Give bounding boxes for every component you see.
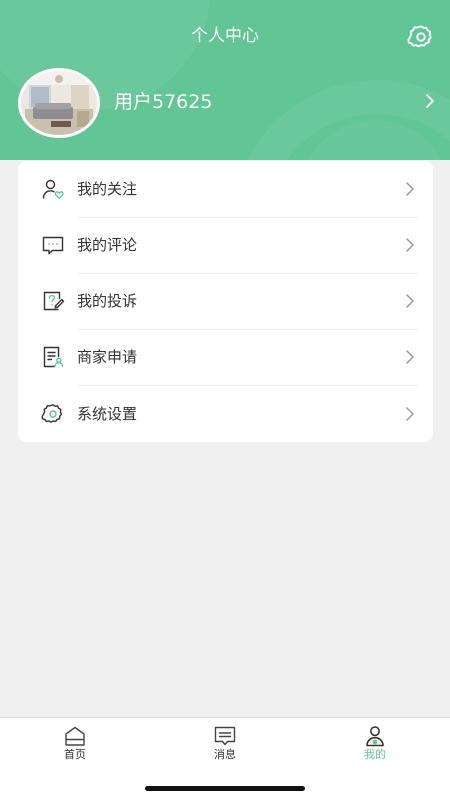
menu-item-comments[interactable]: 我的评论	[18, 217, 433, 273]
tab-label: 首页	[64, 748, 86, 761]
menu-item-label: 商家申请	[77, 348, 138, 366]
tab-home[interactable]: 首页	[0, 718, 150, 770]
menu-item-complaints[interactable]: 我的投诉	[18, 273, 433, 329]
menu-item-label: 我的评论	[77, 236, 138, 254]
menu-item-label: 系统设置	[77, 405, 138, 423]
merchant-apply-icon	[43, 346, 64, 368]
user-heart-icon	[42, 179, 64, 199]
menu-item-label: 我的关注	[77, 180, 138, 198]
chevron-right-icon	[406, 238, 414, 252]
username[interactable]: 用户57625	[114, 88, 212, 116]
chevron-right-icon	[406, 407, 414, 421]
room-photo-avatar	[21, 71, 97, 135]
menu-card: 我的关注 我的评论 我的投诉 商家申请 系统设置	[18, 161, 433, 442]
gear-icon	[407, 25, 432, 48]
message-icon	[214, 726, 236, 746]
home-indicator	[145, 786, 305, 791]
tab-label: 消息	[214, 748, 236, 761]
comment-icon	[42, 236, 64, 255]
tab-messages[interactable]: 消息	[150, 718, 300, 770]
complaint-icon	[43, 291, 65, 311]
menu-item-merchant-apply[interactable]: 商家申请	[18, 329, 433, 385]
home-icon	[65, 726, 85, 746]
menu-item-following[interactable]: 我的关注	[18, 161, 433, 217]
page-title: 个人中心	[191, 26, 259, 46]
user-icon	[366, 726, 384, 747]
gear-icon	[41, 404, 63, 423]
tab-label: 我的	[364, 748, 386, 761]
menu-item-label: 我的投诉	[77, 292, 138, 310]
chevron-right-icon	[406, 350, 414, 364]
tab-mine[interactable]: 我的	[300, 718, 450, 770]
menu-item-system-settings[interactable]: 系统设置	[18, 386, 433, 442]
chevron-right-icon	[406, 182, 414, 196]
profile-header: 个人中心 用户57625	[0, 0, 450, 160]
chevron-right-icon	[426, 94, 434, 108]
settings-button[interactable]	[407, 23, 435, 51]
avatar[interactable]	[18, 68, 100, 138]
chevron-right-icon	[406, 294, 414, 308]
profile-chevron-button[interactable]	[420, 90, 440, 112]
